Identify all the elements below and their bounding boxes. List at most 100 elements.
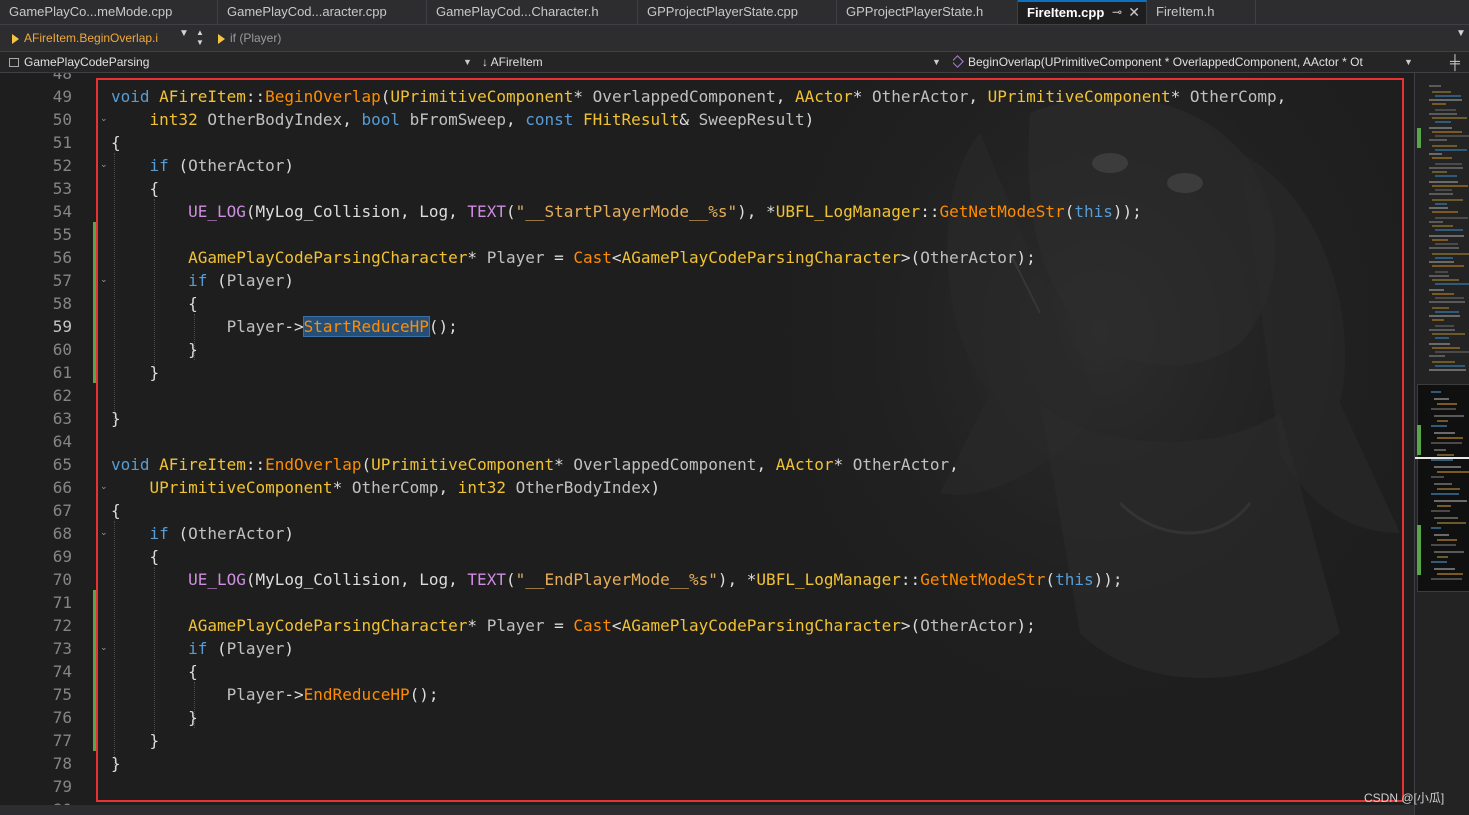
close-icon[interactable]: ✕ xyxy=(1128,2,1140,23)
code-line[interactable]: { xyxy=(111,177,160,200)
code-line[interactable]: UPrimitiveComponent* OtherComp, int32 Ot… xyxy=(111,476,661,499)
map-code-row xyxy=(1431,578,1462,580)
tab-label: GamePlayCo...meMode.cpp xyxy=(9,4,173,19)
code-line[interactable]: if (Player) xyxy=(111,269,294,292)
chevron-down-icon[interactable]: ▼ xyxy=(463,52,472,72)
code-line[interactable]: { xyxy=(111,292,198,315)
map-code-row xyxy=(1432,253,1469,255)
code-line[interactable]: { xyxy=(111,545,160,568)
pin-icon[interactable]: ⊸ xyxy=(1112,2,1122,23)
project-dropdown[interactable]: GamePlayCodeParsing xyxy=(9,52,459,72)
code-line[interactable]: void AFireItem::BeginOverlap(UPrimitiveC… xyxy=(111,85,1286,108)
code-line[interactable]: { xyxy=(111,660,198,683)
code-line[interactable]: { xyxy=(111,499,121,522)
map-code-row xyxy=(1434,568,1455,570)
code-line[interactable]: void AFireItem::EndOverlap(UPrimitiveCom… xyxy=(111,453,959,476)
class-scope-dropdown[interactable]: ↓ AFireItem xyxy=(482,52,927,72)
scope-dropdown[interactable]: if (Player) xyxy=(218,28,281,48)
code-token: ) xyxy=(284,639,295,658)
code-token: Player xyxy=(486,248,545,267)
map-code-row xyxy=(1434,534,1449,536)
line-number: 49 xyxy=(52,87,72,106)
tab-fireitem-h[interactable]: FireItem.h xyxy=(1147,0,1256,24)
member-function-dropdown[interactable]: BeginOverlap(UPrimitiveComponent * Overl… xyxy=(953,52,1401,72)
code-line[interactable]: UE_LOG(MyLog_Collision, Log, TEXT("__End… xyxy=(111,568,1122,591)
tab-playerstate-h[interactable]: GPProjectPlayerState.h xyxy=(837,0,1018,24)
code-token: AActor xyxy=(775,455,834,474)
code-line[interactable]: AGamePlayCodeParsingCharacter* Player = … xyxy=(111,246,1036,269)
map-code-row xyxy=(1432,307,1449,309)
code-token: * xyxy=(554,455,574,474)
tab-playerstate-cpp[interactable]: GPProjectPlayerState.cpp xyxy=(638,0,837,24)
line-number: 59 xyxy=(52,317,72,336)
code-line[interactable]: } xyxy=(111,361,160,384)
code-token: UBFL_LogManager xyxy=(756,570,901,589)
tab-fireitem-cpp[interactable]: FireItem.cpp ⊸ ✕ xyxy=(1018,0,1147,24)
code-editor[interactable]: 48 49 50 51 52 53 54 55 56 57 58 59 60 61 62 63 64 65 66 67… xyxy=(0,73,1414,815)
code-token: )); xyxy=(1112,202,1142,221)
code-token: UBFL_LogManager xyxy=(775,202,921,221)
code-token: , xyxy=(1276,87,1287,106)
chevron-down-icon[interactable]: ▼ xyxy=(1456,28,1466,39)
code-line[interactable]: if (OtherActor) xyxy=(111,522,295,545)
tab-gameplay-character-cpp[interactable]: GamePlayCod...aracter.cpp xyxy=(218,0,427,24)
chevron-down-icon[interactable]: ▼ xyxy=(1404,52,1413,72)
map-code-row xyxy=(1435,271,1448,273)
code-line[interactable]: } xyxy=(111,338,198,361)
fold-icon[interactable]: ⌄ xyxy=(100,268,110,291)
code-line[interactable]: } xyxy=(111,729,160,752)
code-token: int32 xyxy=(457,478,516,497)
code-token: OtherActor xyxy=(920,248,1017,267)
code-line[interactable]: } xyxy=(111,752,121,775)
line-number: 54 xyxy=(52,202,72,221)
map-code-row xyxy=(1434,415,1464,417)
code-line[interactable]: Player->EndReduceHP(); xyxy=(111,683,439,706)
code-token: AGamePlayCodeParsingCharacter xyxy=(621,248,901,267)
code-token: SweepResult xyxy=(698,110,805,129)
code-line[interactable]: } xyxy=(111,407,121,430)
line-number: 61 xyxy=(52,363,72,382)
code-token: if xyxy=(188,639,217,658)
arrow-right-icon xyxy=(12,33,19,44)
scrollbar-map[interactable] xyxy=(1414,73,1469,815)
fold-icon[interactable]: ⌄ xyxy=(100,475,110,498)
map-code-row xyxy=(1437,505,1451,507)
code-token: , xyxy=(775,87,795,106)
fold-icon[interactable]: ⌄ xyxy=(100,636,110,659)
chevron-down-icon[interactable]: ▼ xyxy=(179,28,189,39)
code-token: UPrimitiveComponent xyxy=(371,455,555,474)
tab-gameplay-gamemode-cpp[interactable]: GamePlayCo...meMode.cpp xyxy=(0,0,218,24)
code-line[interactable]: AGamePlayCodeParsingCharacter* Player = … xyxy=(111,614,1036,637)
code-line[interactable]: Player->StartReduceHP(); xyxy=(111,315,458,338)
code-line[interactable]: if (OtherActor) xyxy=(111,154,295,177)
code-line[interactable]: { xyxy=(111,131,121,154)
spinner-icon[interactable]: ▲ ▼ xyxy=(194,28,206,48)
map-code-row xyxy=(1434,466,1461,468)
fold-icon[interactable]: ⌄ xyxy=(100,521,110,544)
map-code-row xyxy=(1429,235,1464,237)
map-code-row xyxy=(1432,293,1454,295)
fold-icon[interactable]: ⌄ xyxy=(100,153,110,176)
member-function-label: BeginOverlap(UPrimitiveComponent * Overl… xyxy=(968,55,1363,69)
map-code-row xyxy=(1432,265,1464,267)
code-token: AGamePlayCodeParsingCharacter xyxy=(188,616,468,635)
map-code-row xyxy=(1434,483,1452,485)
member-dropdown[interactable]: AFireItem.BeginOverlap.i xyxy=(12,28,177,48)
code-line[interactable]: int32 OtherBodyIndex, bool bFromSweep, c… xyxy=(111,108,815,131)
code-token: if xyxy=(149,156,179,175)
code-token: * xyxy=(467,616,487,635)
split-icon[interactable]: ╪ xyxy=(1450,52,1460,72)
chevron-down-icon[interactable]: ▼ xyxy=(932,52,941,72)
tab-gameplay-character-h[interactable]: GamePlayCod...Character.h xyxy=(427,0,638,24)
code-token: OtherActor xyxy=(852,455,950,474)
fold-icon[interactable]: ⌄ xyxy=(100,107,110,130)
code-token: , xyxy=(968,87,988,106)
map-code-row xyxy=(1429,167,1463,169)
map-change-marker xyxy=(1417,128,1421,148)
code-line[interactable]: if (Player) xyxy=(111,637,294,660)
code-line[interactable]: UE_LOG(MyLog_Collision, Log, TEXT("__Sta… xyxy=(111,200,1142,223)
code-token: ( xyxy=(216,639,227,658)
code-line[interactable]: } xyxy=(111,706,198,729)
code-token: UPrimitiveComponent xyxy=(987,87,1171,106)
